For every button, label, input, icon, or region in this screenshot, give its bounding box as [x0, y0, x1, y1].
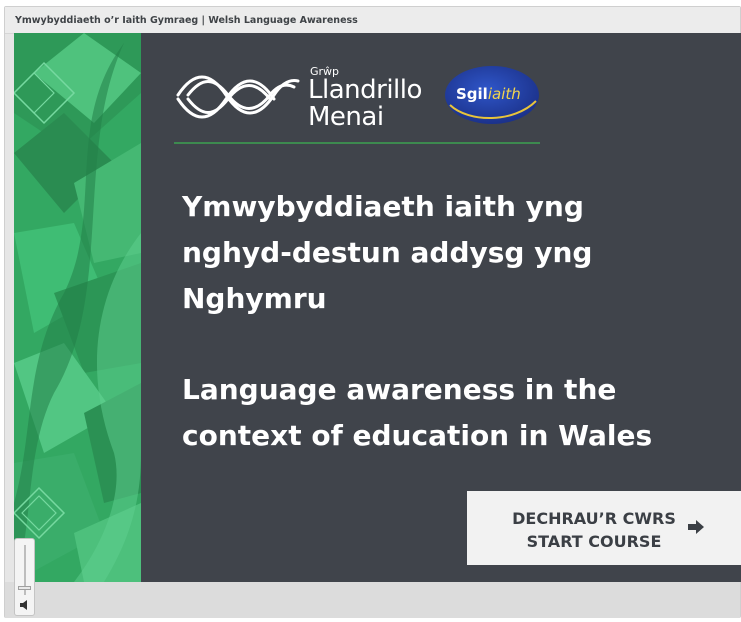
- player-frame: Ymwybyddiaeth o’r Iaith Gymraeg | Welsh …: [4, 6, 741, 618]
- wave-logo-icon: [176, 75, 300, 119]
- pattern-graphic: [14, 33, 141, 582]
- volume-slider[interactable]: [14, 538, 35, 616]
- start-course-button[interactable]: DECHRAU’R CWRS START COURSE: [467, 491, 741, 565]
- badge-text-part2: iaith: [487, 85, 521, 103]
- logo-name-line1: Llandrillo: [308, 75, 422, 105]
- speaker-icon[interactable]: [19, 600, 30, 610]
- logo-name-line2: Menai: [308, 102, 384, 132]
- heading-english: Language awareness in the context of edu…: [182, 373, 653, 452]
- sgiliaith-badge-text: Sgiliaith: [456, 85, 521, 103]
- badge-text-part1: Sgil: [456, 85, 488, 103]
- decorative-pattern: [14, 33, 141, 582]
- header-divider: [174, 142, 540, 144]
- player-control-bar: [5, 582, 740, 618]
- heading-welsh: Ymwybyddiaeth iaith yng nghyd-destun add…: [182, 190, 593, 315]
- volume-thumb[interactable]: [18, 586, 31, 590]
- arrow-right-icon: [688, 520, 704, 534]
- window-title: Ymwybyddiaeth o’r Iaith Gymraeg | Welsh …: [15, 15, 358, 26]
- start-course-label-english: START COURSE: [526, 532, 662, 551]
- start-course-label: DECHRAU’R CWRS START COURSE: [509, 507, 679, 553]
- start-course-label-welsh: DECHRAU’R CWRS: [512, 509, 676, 528]
- logo-area: Grŵp Llandrillo Menai Sgiliaith: [174, 63, 554, 133]
- slide: Grŵp Llandrillo Menai Sgiliaith Ymwybydd…: [14, 33, 741, 582]
- title-bar: Ymwybyddiaeth o’r Iaith Gymraeg | Welsh …: [5, 7, 740, 34]
